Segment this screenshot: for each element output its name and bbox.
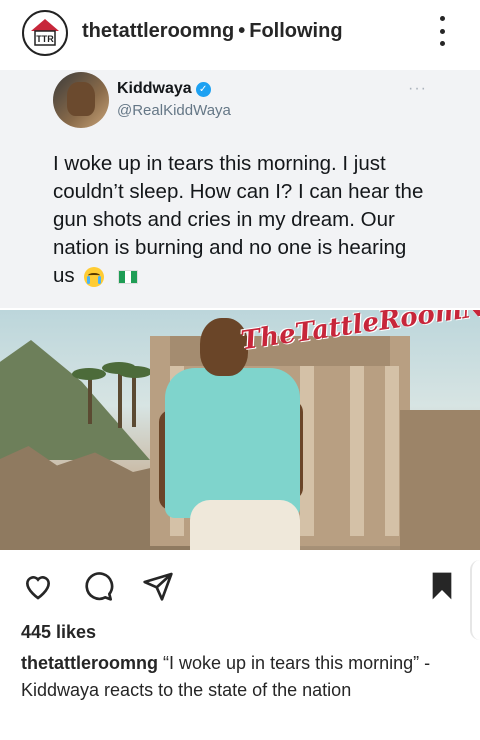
separator-dot: • <box>238 20 246 42</box>
action-bar <box>0 558 480 610</box>
tweet-avatar <box>53 72 109 128</box>
share-button[interactable] <box>140 568 176 604</box>
post-header: TTR thetattleroomng • Following <box>0 0 480 64</box>
house-logo-icon: TTR <box>31 19 59 46</box>
tweet-menu-icon: ··· <box>408 80 427 97</box>
tweet-handle: @RealKiddWaya <box>117 102 231 119</box>
header-username-row: thetattleroomng • Following <box>82 20 343 43</box>
send-icon <box>143 572 173 601</box>
like-button[interactable] <box>20 568 56 604</box>
verified-badge-icon: ✓ <box>195 81 211 97</box>
post-caption: thetattleroomng “I woke up in tears this… <box>21 650 461 704</box>
profile-avatar[interactable]: TTR <box>22 10 68 56</box>
ruins-shape <box>400 410 480 550</box>
username-link[interactable]: thetattleroomng <box>82 20 234 42</box>
comment-icon <box>85 572 114 601</box>
tweet-card: Kiddwaya ✓ @RealKiddWaya ··· I woke up i… <box>0 70 480 308</box>
following-button[interactable]: Following <box>249 20 342 42</box>
heart-icon <box>25 576 51 600</box>
save-button[interactable] <box>424 568 460 604</box>
palm-tree <box>88 374 92 424</box>
bookmark-icon <box>432 572 452 600</box>
comment-button[interactable] <box>80 568 116 604</box>
tweet-body: I woke up in tears this morning. I just … <box>53 152 424 287</box>
svg-text:TTR: TTR <box>36 34 54 44</box>
palm-tree <box>118 368 122 428</box>
caption-username[interactable]: thetattleroomng <box>21 653 158 673</box>
palm-tree <box>132 372 136 427</box>
crying-face-icon <box>84 266 105 287</box>
post-photo[interactable]: TheTattleRoomNg <box>0 310 480 550</box>
more-options-icon[interactable] <box>434 16 450 46</box>
mountain-shape <box>0 340 150 460</box>
tweet-text: I woke up in tears this morning. I just … <box>53 150 433 290</box>
scroll-edge <box>470 560 480 640</box>
tweet-name-text: Kiddwaya <box>117 80 192 97</box>
likes-count[interactable]: 445 likes <box>21 622 96 643</box>
nigeria-flag-icon <box>118 269 139 284</box>
tweet-display-name: Kiddwaya ✓ <box>117 80 211 98</box>
